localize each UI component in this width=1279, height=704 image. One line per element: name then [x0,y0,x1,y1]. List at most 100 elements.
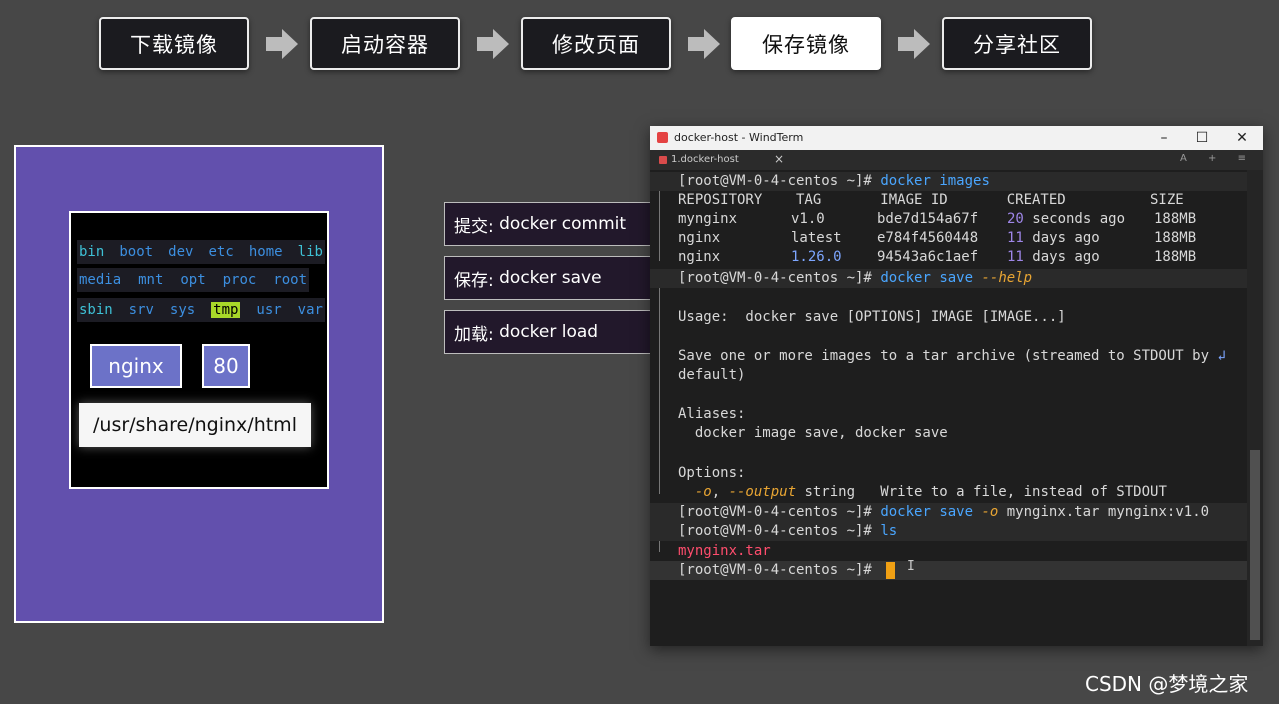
tab-session-icon [659,156,667,164]
dir-label: dev [168,244,194,260]
size: 188MB [1154,230,1197,246]
prompt: [root@VM-0-4-centos ~]# [678,523,872,539]
created-rest: seconds ago [1023,211,1126,227]
image-id: 94543a6c1aef [877,249,979,265]
created-num: 11 [1007,230,1024,246]
dir-row-2: media mnt opt proc root [77,268,309,292]
step-share-community: 分享社区 [942,17,1092,70]
tab-close-icon[interactable]: × [774,152,784,166]
command: docker images [880,173,990,189]
repo: mynginx [678,211,738,227]
dir-label: opt [180,272,206,288]
dir-row-1: bin boot dev etc home lib [77,240,325,264]
table-row: mynginx v1.0 bde7d154a67f 20 seconds ago 188… [650,210,1247,229]
size: 188MB [1154,211,1197,227]
tab-tools[interactable]: A + ≡ [1180,153,1255,164]
close-icon: ✕ [1236,130,1248,146]
option: -o [694,484,712,500]
aliases-label: Aliases: [678,406,746,422]
terminal-line: Options: [650,464,1247,483]
windterm-app-icon [657,132,668,143]
step-label: 下载镜像 [130,32,218,57]
port-chip: 80 [202,344,250,388]
command: docker save [880,504,974,520]
terminal-line: [root@VM-0-4-centos ~]# docker save -o m… [650,503,1247,522]
terminal-line: [root@VM-0-4-centos ~]# ls [650,522,1247,541]
arrow-right-icon [688,29,720,59]
dir-label: sbin [79,302,113,318]
arrow-right-icon [266,29,298,59]
minimize-button[interactable]: – [1150,128,1178,148]
dir-label: srv [128,302,154,318]
terminal-line: REPOSITORY TAG IMAGE ID CREATED SIZE [650,191,1247,210]
dir-label: bin [79,244,105,260]
step-label: 启动容器 [341,32,429,57]
dir-label-highlighted: tmp [211,302,241,318]
created-rest: days ago [1023,249,1100,265]
dir-label: mnt [138,272,164,288]
table-row: nginx latest e784f4560448 11 days ago 188MB [650,229,1247,248]
minimize-icon: – [1160,130,1168,146]
title-bar[interactable]: docker-host - WindTerm – ☐ ✕ [650,126,1263,150]
dir-label: proc [222,272,257,288]
wrap-icon: ↲ [1217,348,1226,364]
created-num: 11 [1007,249,1024,265]
dir-label: etc [208,244,234,260]
option-description: string Write to a file, instead of STDOU… [796,484,1167,500]
cmd-prefix: 加载: [454,324,494,345]
cmd-load-label: 加载: docker load [444,310,654,354]
option: -o [981,504,999,520]
created-rest: days ago [1023,230,1100,246]
option: --help [981,270,1033,286]
cmd-prefix: 提交: [454,216,494,237]
maximize-icon: ☐ [1195,130,1209,146]
terminal-window[interactable]: docker-host - WindTerm – ☐ ✕ 1.docker-ho… [650,126,1263,646]
scrollbar-thumb[interactable] [1250,450,1260,640]
image-id: bde7d154a67f [877,211,979,227]
dir-label: sys [169,302,196,318]
scrollbar[interactable] [1247,170,1263,646]
step-modify-page: 修改页面 [521,17,671,70]
html-path-box: /usr/share/nginx/html [79,403,311,447]
image-id: e784f4560448 [877,230,979,246]
terminal-current-line[interactable]: [root@VM-0-4-centos ~]# [650,561,1247,580]
repo: nginx [678,249,721,265]
options-label: Options: [678,465,746,481]
step-label: 分享社区 [973,32,1061,57]
step-download-image: 下载镜像 [99,17,249,70]
command-args: mynginx.tar mynginx [998,504,1167,520]
tab-bar: 1.docker-host × A + ≡ [650,150,1263,170]
terminal-line: -o, --output string Write to a file, ins… [694,484,1167,500]
terminal-line: mynginx.tar [650,542,1247,561]
step-save-image: 保存镜像 [731,17,881,70]
created-num: 20 [1007,211,1024,227]
tag: 1.26.0 [791,249,842,265]
dir-label: root [273,272,307,288]
prompt: [root@VM-0-4-centos ~]# [678,173,872,189]
arrow-right-icon [898,29,930,59]
cmd-save-label: 保存: docker save [444,256,654,300]
tag: v1.0 [791,211,825,227]
image-name: nginx [108,354,164,378]
close-button[interactable]: ✕ [1228,128,1256,148]
image-name-chip: nginx [90,344,182,388]
dir-label: usr [256,302,282,318]
terminal-output[interactable]: [root@VM-0-4-centos ~]# docker images RE… [650,170,1247,646]
command: docker save [880,270,974,286]
terminal-line: Usage: docker save [OPTIONS] IMAGE [IMAG… [650,308,1247,327]
terminal-line: docker image save, docker save [650,424,1247,443]
port-number: 80 [213,354,239,378]
prompt: [root@VM-0-4-centos ~]# [678,504,872,520]
prompt: [root@VM-0-4-centos ~]# [678,270,872,286]
tab-docker-host[interactable]: 1.docker-host [671,154,739,165]
table-row: nginx 1.26.0 94543a6c1aef 11 days ago 188MB [650,248,1247,267]
step-start-container: 启动容器 [310,17,460,70]
description: Save one or more images to a tar archive… [678,348,1210,364]
option: --output [728,484,797,500]
arrow-right-icon [477,29,509,59]
dir-row-3: sbin srv sys tmp usr var [77,298,325,322]
maximize-button[interactable]: ☐ [1188,128,1216,148]
cmd-text: docker commit [499,214,627,234]
terminal-line: Save one or more images to a tar archive… [650,347,1247,366]
step-label: 保存镜像 [762,32,850,57]
